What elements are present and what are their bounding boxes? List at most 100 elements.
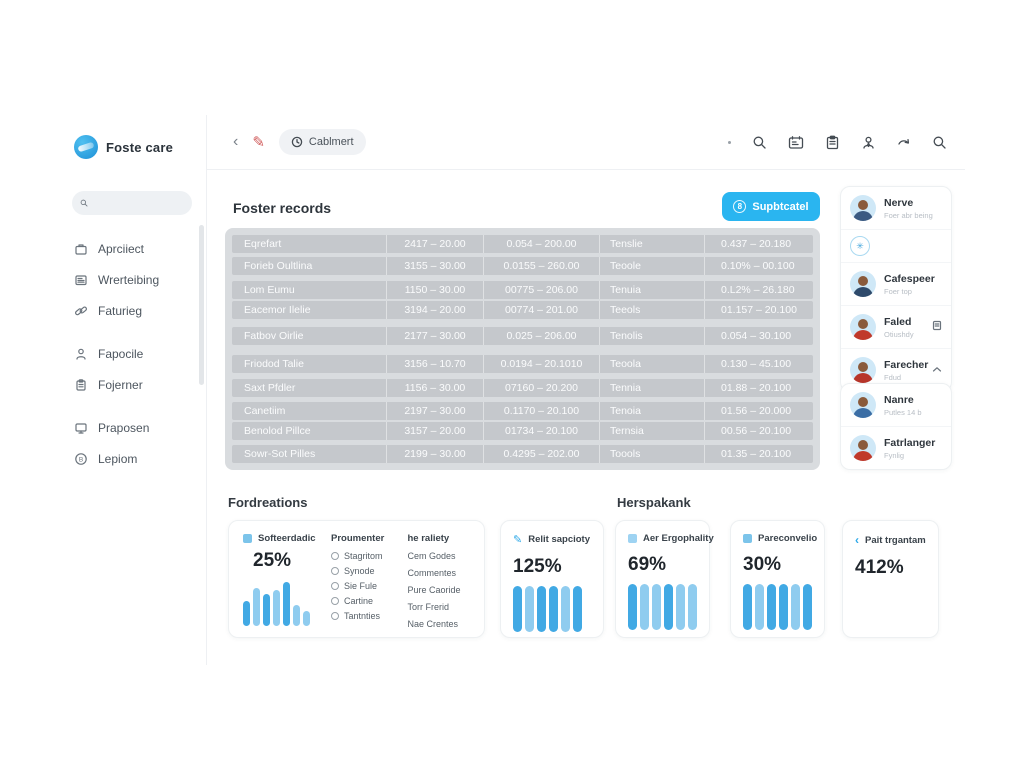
record-range-3: 0.054 – 30.100	[705, 327, 813, 345]
record-range-3: 0.10% – 00.100	[705, 257, 813, 275]
clipboard-icon[interactable]	[825, 135, 840, 150]
record-range-1: 3156 – 10.70	[387, 355, 484, 373]
list-item-label: Synode	[344, 566, 375, 576]
svg-text:B: B	[79, 456, 83, 463]
list-item[interactable]: Stagritom	[331, 551, 398, 561]
record-name: Saxt Pfdler	[232, 379, 387, 397]
record-range-3: 0.L2% – 26.180	[705, 281, 813, 299]
sidebar-item-wrerteibing[interactable]: Wrerteibing	[60, 264, 206, 295]
back-chevron-icon[interactable]: ‹	[233, 134, 238, 150]
chevron-up-icon[interactable]	[932, 365, 942, 376]
record-range-2: 0.054 – 200.00	[484, 235, 600, 253]
avatar	[850, 435, 876, 461]
person-row[interactable]: FatrlangerFynlig	[841, 427, 951, 469]
note-icon[interactable]	[932, 320, 942, 334]
avatar	[850, 314, 876, 340]
record-name: Benolod Pillce	[232, 422, 387, 440]
section-title-right: Herspakank	[617, 495, 691, 510]
list-item-label: Torr Frerid	[408, 602, 475, 612]
record-range-1: 2177 – 30.00	[387, 327, 484, 345]
person-row[interactable]: FaledOtiushdy	[841, 306, 951, 349]
list-item[interactable]: Sie Fule	[331, 581, 398, 591]
table-row[interactable]: Eqrefart2417 – 20.000.054 – 200.00Tensli…	[232, 235, 813, 253]
record-status: Tenolis	[600, 327, 705, 345]
card-title: Pareconvelio	[758, 533, 817, 544]
card-title: Aer Ergophality	[643, 533, 714, 544]
sidebar-item-fojerner[interactable]: Fojerner	[60, 369, 206, 400]
sidebar-item-label: Wrerteibing	[98, 273, 159, 287]
calendar-icon[interactable]	[788, 135, 804, 150]
person-name: Farecher	[884, 359, 924, 371]
record-range-1: 2199 – 30.00	[387, 445, 484, 463]
list-item-label: Cem Godes	[408, 551, 475, 561]
bar-chart	[743, 584, 814, 630]
sidebar-item-lepiom[interactable]: B Lepiom	[60, 443, 206, 474]
person-name: Nanre	[884, 394, 942, 406]
sidebar-item-fapocile[interactable]: Fapocile	[60, 338, 206, 369]
search-input[interactable]	[94, 197, 184, 209]
pen-icon[interactable]: ✎	[252, 133, 265, 151]
page-title: Foster records	[233, 200, 331, 216]
chip-label: Cablmert	[309, 136, 354, 148]
person-row[interactable]: CafespeerFoer top	[841, 263, 951, 306]
sidebar-search[interactable]	[72, 191, 192, 215]
table-row[interactable]: Eacemor Ilelie3194 – 20.0000774 – 201.00…	[232, 301, 813, 319]
list-item[interactable]: Synode	[331, 566, 398, 576]
avatar	[850, 195, 876, 221]
record-name: Eacemor Ilelie	[232, 301, 387, 319]
radio-icon	[331, 597, 339, 605]
table-row[interactable]: Friodod Talie3156 – 10.700.0194 – 20.101…	[232, 355, 813, 373]
legend-square-icon	[628, 534, 637, 543]
main-content: Foster records 8 Supbtcatel Eqrefart2417…	[207, 170, 965, 665]
snowflake-badge-icon[interactable]: ✳	[850, 236, 870, 256]
record-range-1: 2417 – 20.00	[387, 235, 484, 253]
record-status: Tennia	[600, 379, 705, 397]
table-row[interactable]: Saxt Pfdler1156 – 30.0007160 – 20.200Ten…	[232, 379, 813, 397]
info-circle-icon: B	[74, 452, 88, 466]
search-icon[interactable]	[752, 135, 767, 150]
sidebar-item-label: Fojerner	[98, 378, 143, 392]
sidebar-scrollbar[interactable]	[199, 225, 204, 385]
search-icon	[80, 197, 88, 209]
search-icon[interactable]	[932, 135, 947, 150]
record-range-2: 00775 – 206.00	[484, 281, 600, 299]
record-range-3: 01.56 – 20.000	[705, 402, 813, 420]
sidebar-item-label: Aprciiect	[98, 242, 144, 256]
person-row[interactable]: NanrePutles 14 b	[841, 384, 951, 427]
person-subtitle: Fynlig	[884, 451, 942, 460]
recent-chip[interactable]: Cablmert	[279, 129, 366, 155]
sidebar-item-praposen[interactable]: Praposen	[60, 412, 206, 443]
table-row[interactable]: Fatbov Oirlie2177 – 30.000.025 – 206.00T…	[232, 327, 813, 345]
card-title: Pait trgantam	[865, 535, 926, 546]
table-row[interactable]: Canetiim2197 – 30.000.1170 – 20.100Tenoi…	[232, 402, 813, 420]
list-item[interactable]: Cartine	[331, 596, 398, 606]
person-row[interactable]: NerveFoer abr being	[841, 187, 951, 230]
redo-arrow-icon[interactable]	[897, 136, 911, 148]
primary-action-button[interactable]: 8 Supbtcatel	[722, 192, 820, 221]
table-row[interactable]: Forieb Oultlina3155 – 30.000.0155 – 260.…	[232, 257, 813, 275]
bar-chart	[513, 586, 593, 632]
person-name: Cafespeer	[884, 273, 942, 285]
table-row[interactable]: Lom Eumu1150 – 30.0000775 – 206.00Tenuia…	[232, 281, 813, 299]
bar-chart	[243, 580, 321, 626]
monitor-icon	[74, 421, 88, 435]
record-range-3: 01.157 – 20.100	[705, 301, 813, 319]
stat-value: 69%	[628, 554, 699, 576]
record-range-2: 0.025 – 206.00	[484, 327, 600, 345]
stat-value: 25%	[253, 550, 321, 572]
chevron-left-icon[interactable]: ‹	[855, 533, 859, 547]
list-item-label: Nae Crentes	[408, 619, 475, 629]
record-range-3: 01.88 – 20.100	[705, 379, 813, 397]
user-icon[interactable]	[861, 135, 876, 150]
record-name: Friodod Talie	[232, 355, 387, 373]
record-range-3: 0.130 – 45.100	[705, 355, 813, 373]
table-row[interactable]: Benolod Pillce3157 – 20.0001734 – 20.100…	[232, 422, 813, 440]
sidebar-item-faturieg[interactable]: Faturieg	[60, 295, 206, 326]
sidebar-item-aprciiect[interactable]: Aprciiect	[60, 233, 206, 264]
table-row[interactable]: Sowr-Sot Pilles2199 – 30.000.4295 – 202.…	[232, 445, 813, 463]
record-range-3: 01.35 – 20.100	[705, 445, 813, 463]
logo: Foste care	[60, 115, 206, 159]
list-item[interactable]: Tantnties	[331, 611, 398, 621]
stat-card-softeerdadic: Softeerdadic 25% Proumenter Stagritom Sy…	[228, 520, 485, 638]
list-item-label: Cartine	[344, 596, 373, 606]
